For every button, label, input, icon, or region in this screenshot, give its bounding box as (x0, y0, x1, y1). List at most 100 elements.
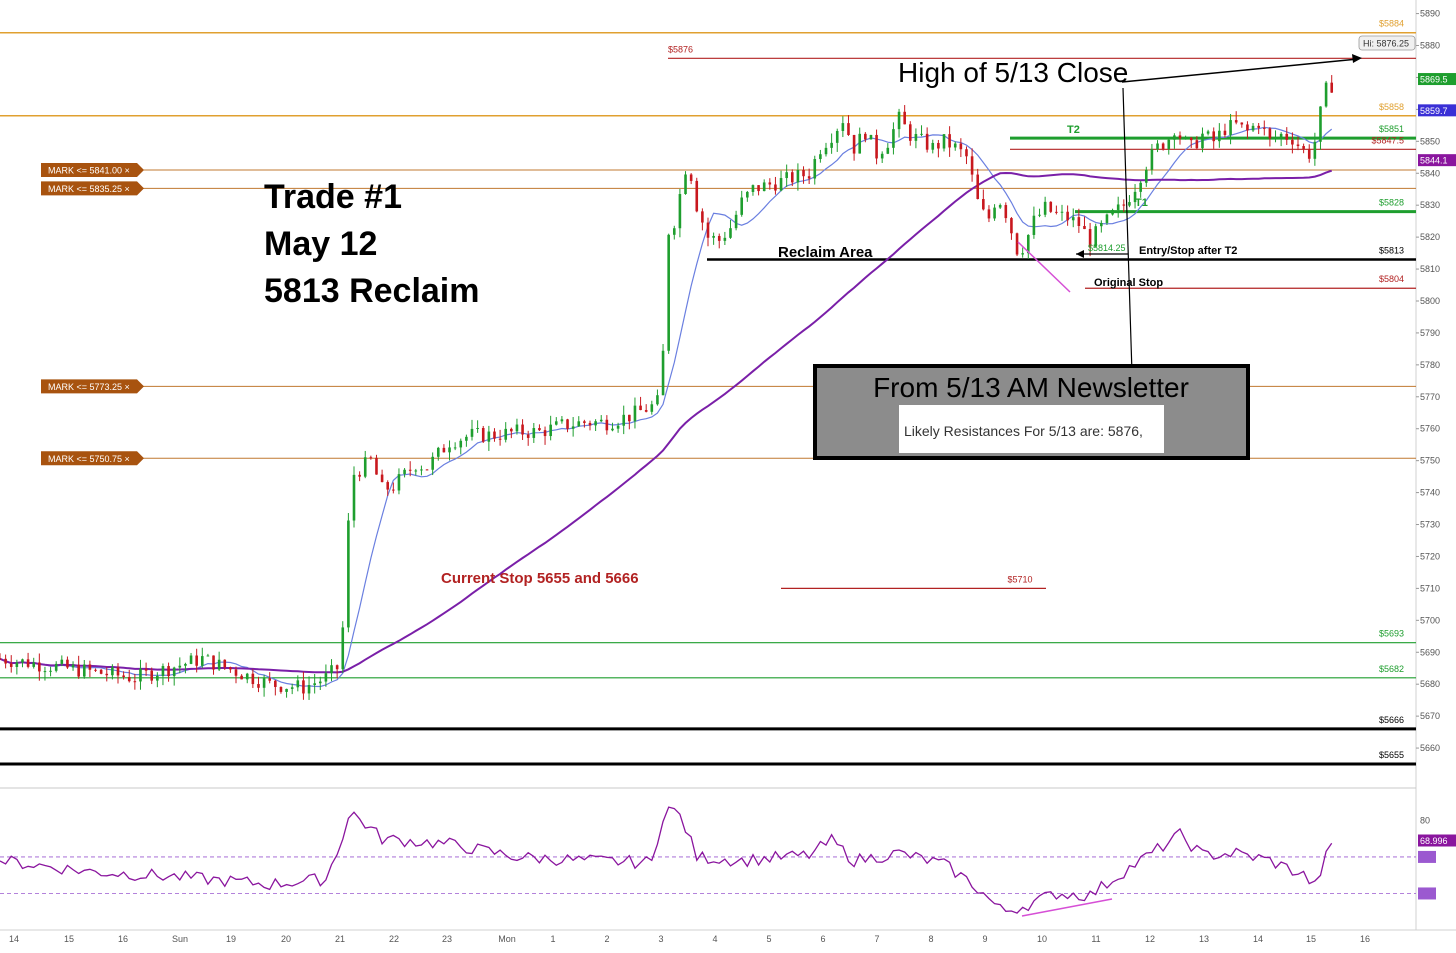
level-label: $5851 (1379, 124, 1404, 134)
candle-body (465, 436, 468, 441)
level-label: $5828 (1379, 198, 1404, 208)
candle-body (639, 405, 642, 411)
y-tick-label: 5890 (1420, 9, 1440, 19)
candle-body (583, 421, 586, 423)
candle-body (937, 142, 940, 149)
candle-body (864, 133, 867, 140)
candle-body (1234, 120, 1238, 123)
x-tick-label: 12 (1145, 934, 1155, 944)
candle-body (667, 234, 670, 351)
candle-body (931, 142, 935, 150)
candle-body (616, 425, 620, 429)
candle-body (1201, 133, 1204, 149)
candle-body (77, 664, 80, 677)
candle-body (1161, 143, 1165, 149)
candle-body (841, 123, 845, 131)
y-tick-label: 5710 (1420, 583, 1440, 593)
candle-body (712, 235, 715, 238)
candle-body (1066, 211, 1069, 221)
candle-body (976, 174, 980, 200)
level-label: $5858 (1379, 102, 1404, 112)
candle-body (1150, 149, 1154, 170)
y-tick-label: 5760 (1420, 424, 1440, 434)
candle-body (369, 457, 373, 459)
candle-body (588, 422, 592, 426)
candle-body (240, 675, 243, 680)
candle-body (363, 457, 367, 477)
rsi-40-badge (1418, 887, 1436, 900)
candle-body (403, 469, 406, 475)
level-label: $5876 (668, 44, 693, 54)
candle-body (161, 666, 165, 676)
current-stop-label: Current Stop 5655 and 5666 (441, 570, 639, 587)
candle-body (599, 419, 603, 422)
candle-body (1189, 137, 1193, 141)
candle-body (1206, 131, 1210, 134)
candle-body (122, 675, 125, 678)
entry-stop-label: Entry/Stop after T2 (1139, 245, 1237, 257)
x-tick-label: 8 (928, 934, 933, 944)
candle-body (498, 438, 502, 440)
candle-body (835, 130, 839, 143)
candle-body (740, 197, 744, 215)
x-tick-label: 16 (118, 934, 128, 944)
candle-body (734, 214, 738, 229)
candle-body (476, 427, 479, 429)
candle-body (200, 656, 204, 666)
candle-body (21, 659, 24, 663)
candle-body (1262, 127, 1266, 129)
mark-label: MARK <= 5750.75 × (48, 454, 130, 464)
candle-body (268, 678, 272, 681)
candle-body (1246, 124, 1249, 131)
candle-body (757, 185, 760, 192)
candle-body (1111, 209, 1114, 215)
y-tick-label: 5700 (1420, 615, 1440, 625)
candle-body (1257, 125, 1260, 128)
candle-body (481, 427, 485, 442)
candle-body (1021, 253, 1024, 255)
x-tick-label: 19 (226, 934, 236, 944)
candle-body (1049, 201, 1053, 212)
candle-body (549, 424, 552, 437)
candle-body (521, 424, 524, 435)
candle-body (504, 428, 508, 440)
rsi-badge-label: 68.996 (1420, 836, 1448, 846)
candle-body (245, 673, 249, 680)
candle-body (538, 428, 541, 431)
candle-body (380, 474, 384, 483)
candle-body (1319, 106, 1322, 142)
candle-body (375, 457, 378, 475)
y-tick-label: 5670 (1420, 711, 1440, 721)
candle-body (442, 447, 446, 453)
chart-background (0, 0, 1456, 948)
candle-body (892, 129, 895, 148)
t2-label: T2 (1067, 124, 1080, 136)
candle-body (156, 675, 159, 681)
candle-body (1156, 143, 1159, 150)
y-tick-label: 5690 (1420, 647, 1440, 657)
candle-body (790, 172, 794, 183)
candle-body (229, 667, 232, 670)
y-tick-label: 5770 (1420, 392, 1440, 402)
chart: $5884 $5876 $5858 $5851 $5847.5 $5828 $5813 $58… (0, 0, 1456, 948)
candle-body (678, 194, 682, 229)
price-badge-label: 5859.7 (1420, 106, 1448, 116)
candle-body (1218, 130, 1221, 142)
candle-body (644, 410, 648, 412)
title-line-2: May 12 (264, 225, 377, 263)
newsletter-title: From 5/13 AM Newsletter (873, 372, 1189, 403)
candle-body (1296, 144, 1300, 147)
y-tick-label: 5830 (1420, 200, 1440, 210)
candle-body (1324, 82, 1328, 107)
candle-body (1128, 202, 1131, 206)
x-tick-label: 5 (766, 934, 771, 944)
y-tick-label: 5660 (1420, 743, 1440, 753)
candle-body (897, 111, 901, 130)
candle-body (414, 470, 418, 472)
candle-body (116, 667, 120, 676)
level-label: $5710 (1007, 574, 1032, 584)
candle-body (869, 134, 873, 140)
candle-body (1195, 140, 1199, 149)
candle-body (779, 178, 783, 191)
candle-body (807, 176, 811, 179)
